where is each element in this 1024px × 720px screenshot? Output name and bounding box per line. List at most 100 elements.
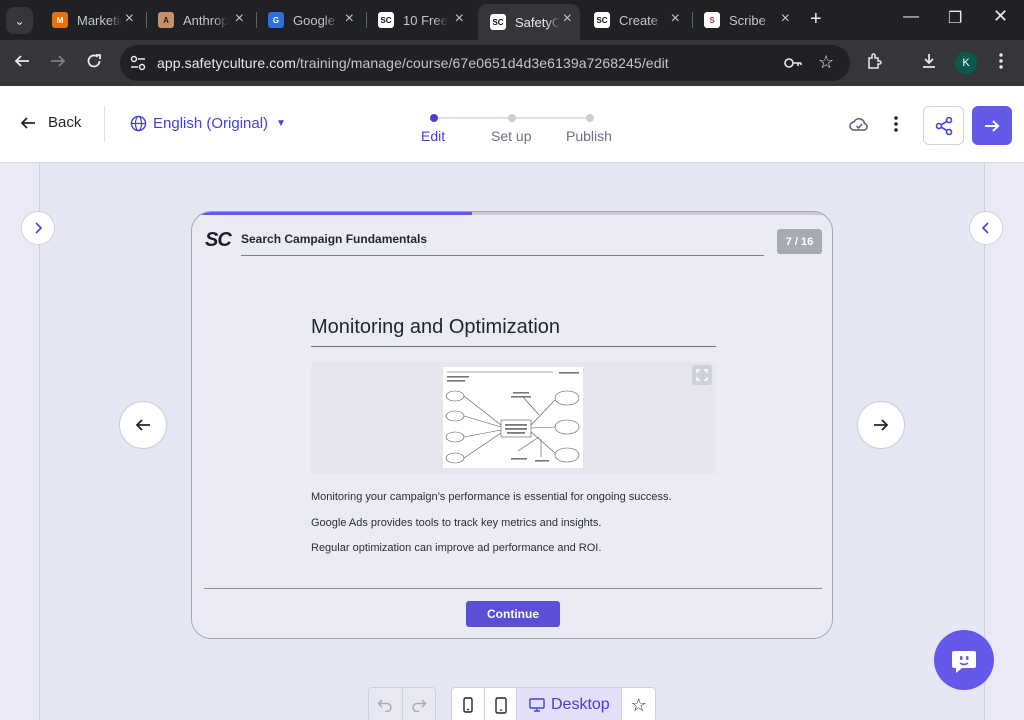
course-title: Search Campaign Fundamentals [241, 232, 428, 246]
next-step-button[interactable] [972, 106, 1012, 145]
browser-tab[interactable]: A Anthropic × [146, 4, 252, 36]
tab-favicon-icon: A [158, 12, 174, 28]
title-divider [241, 255, 764, 256]
tab-favicon-icon: SC [378, 12, 394, 28]
step-edit[interactable]: Edit [421, 128, 445, 144]
reload-icon[interactable] [86, 53, 102, 72]
slide-paragraph[interactable]: Regular optimization can improve ad perf… [311, 542, 601, 554]
bookmark-star-icon[interactable]: ☆ [818, 52, 834, 73]
tab-favicon-icon: SC [490, 14, 506, 30]
expand-right-panel-button[interactable] [969, 211, 1003, 245]
back-button[interactable]: Back [20, 114, 81, 131]
workflow-stepper: Edit Set up Publish [410, 108, 630, 148]
device-preview-toggle: Desktop ☆ [451, 687, 656, 720]
chevron-right-icon [35, 222, 43, 234]
forward-arrow-icon [50, 53, 66, 72]
step-connector [516, 117, 588, 119]
mobile-preview-button[interactable] [452, 688, 485, 720]
browser-tab[interactable]: M Marketing × [40, 4, 142, 36]
previous-slide-button[interactable] [119, 401, 167, 449]
next-slide-button[interactable] [857, 401, 905, 449]
step-connector [438, 117, 510, 119]
share-button[interactable] [923, 106, 964, 145]
slide-preview-card: SC Search Campaign Fundamentals 7 / 16 M… [191, 211, 833, 639]
chat-bot-icon [952, 651, 976, 673]
browser-tab-active[interactable]: SC SafetyCulture × [478, 4, 580, 40]
language-label: English (Original) [153, 115, 269, 132]
tab-title: Google Ads [293, 12, 338, 28]
tab-title: Anthropic [183, 12, 228, 28]
star-icon: ☆ [630, 694, 647, 715]
close-tab-icon[interactable]: × [781, 11, 790, 27]
close-tab-icon[interactable]: × [235, 11, 244, 27]
footer-divider [204, 588, 822, 589]
browser-tab[interactable]: SC 10 Free × [366, 4, 472, 36]
tab-favicon-icon: G [268, 12, 284, 28]
slide-image[interactable] [311, 362, 716, 474]
slide-paragraph[interactable]: Google Ads provides tools to track key m… [311, 517, 601, 529]
undo-icon[interactable] [369, 688, 403, 720]
step-publish[interactable]: Publish [566, 128, 612, 144]
more-options-icon[interactable] [893, 115, 899, 138]
course-progress-bar [192, 212, 832, 215]
tablet-icon [494, 696, 507, 714]
close-tab-icon[interactable]: × [345, 11, 354, 27]
step-setup[interactable]: Set up [491, 128, 531, 144]
tab-favicon-icon: S [704, 12, 720, 28]
url-path: /training/manage/course/67e0651d4d3e6139… [296, 55, 669, 71]
minimize-window-icon[interactable]: — [903, 8, 919, 26]
step-dot-setup [508, 114, 516, 122]
redo-icon[interactable] [403, 688, 436, 720]
close-tab-icon[interactable]: × [455, 11, 464, 27]
browser-menu-icon[interactable] [998, 52, 1004, 75]
step-dot-edit [430, 114, 438, 122]
tab-title: 10 Free [403, 12, 448, 28]
back-label: Back [48, 114, 82, 131]
tablet-preview-button[interactable] [485, 688, 518, 720]
arrow-left-icon [135, 419, 150, 431]
desktop-preview-button[interactable]: Desktop [517, 688, 623, 720]
continue-button[interactable]: Continue [466, 601, 560, 627]
tab-favicon-icon: M [52, 12, 68, 28]
language-selector[interactable]: English (Original) ▼ [130, 115, 286, 132]
safetyculture-logo: SC [205, 229, 232, 251]
fullscreen-icon [696, 369, 708, 381]
close-tab-icon[interactable]: × [563, 11, 572, 27]
back-arrow-icon[interactable] [14, 53, 30, 72]
editor-header: Back English (Original) ▼ Edit Set up Pu… [0, 86, 1024, 163]
address-bar[interactable]: app.safetyculture.com/training/manage/co… [120, 45, 850, 81]
site-info-icon[interactable] [129, 54, 149, 72]
chat-assistant-button[interactable] [934, 630, 994, 690]
browser-tab-strip: ⌄ M Marketing × A Anthropic × G Google A… [0, 0, 1024, 40]
slide-paragraph[interactable]: Monitoring your campaign’s performance i… [311, 491, 672, 503]
browser-toolbar: app.safetyculture.com/training/manage/co… [0, 40, 1024, 86]
chevron-left-icon [981, 222, 989, 234]
arrow-right-icon [985, 119, 1000, 132]
extensions-icon[interactable] [866, 52, 884, 75]
new-tab-icon[interactable]: + [810, 9, 822, 29]
slide-counter-badge: 7 / 16 [777, 229, 822, 254]
url-text: app.safetyculture.com/training/manage/co… [157, 55, 669, 71]
expand-left-panel-button[interactable] [21, 211, 55, 245]
download-icon[interactable] [920, 52, 938, 75]
close-window-icon[interactable]: ✕ [993, 6, 1008, 27]
step-dot-publish [586, 114, 594, 122]
back-arrow-icon [20, 116, 35, 129]
browser-tab[interactable]: S Scribe × [692, 4, 798, 36]
expand-image-button[interactable] [692, 365, 712, 385]
course-progress-fill [192, 212, 472, 215]
favorite-button[interactable]: ☆ [622, 688, 655, 720]
close-tab-icon[interactable]: × [125, 11, 134, 27]
browser-tab[interactable]: G Google Ads × [256, 4, 362, 36]
restore-window-icon[interactable]: ❐ [948, 8, 962, 28]
tab-title: Scribe [729, 12, 766, 28]
tab-title: SafetyCulture [515, 14, 560, 30]
browser-tab[interactable]: SC Create × [582, 4, 688, 36]
monitoring-diagram-image [443, 367, 583, 468]
close-tab-icon[interactable]: × [671, 11, 680, 27]
profile-avatar[interactable]: K [955, 52, 977, 74]
password-key-icon[interactable] [783, 54, 803, 77]
tab-search-dropdown-button[interactable]: ⌄ [6, 7, 33, 34]
desktop-label: Desktop [551, 696, 610, 713]
slide-heading[interactable]: Monitoring and Optimization [311, 316, 560, 339]
